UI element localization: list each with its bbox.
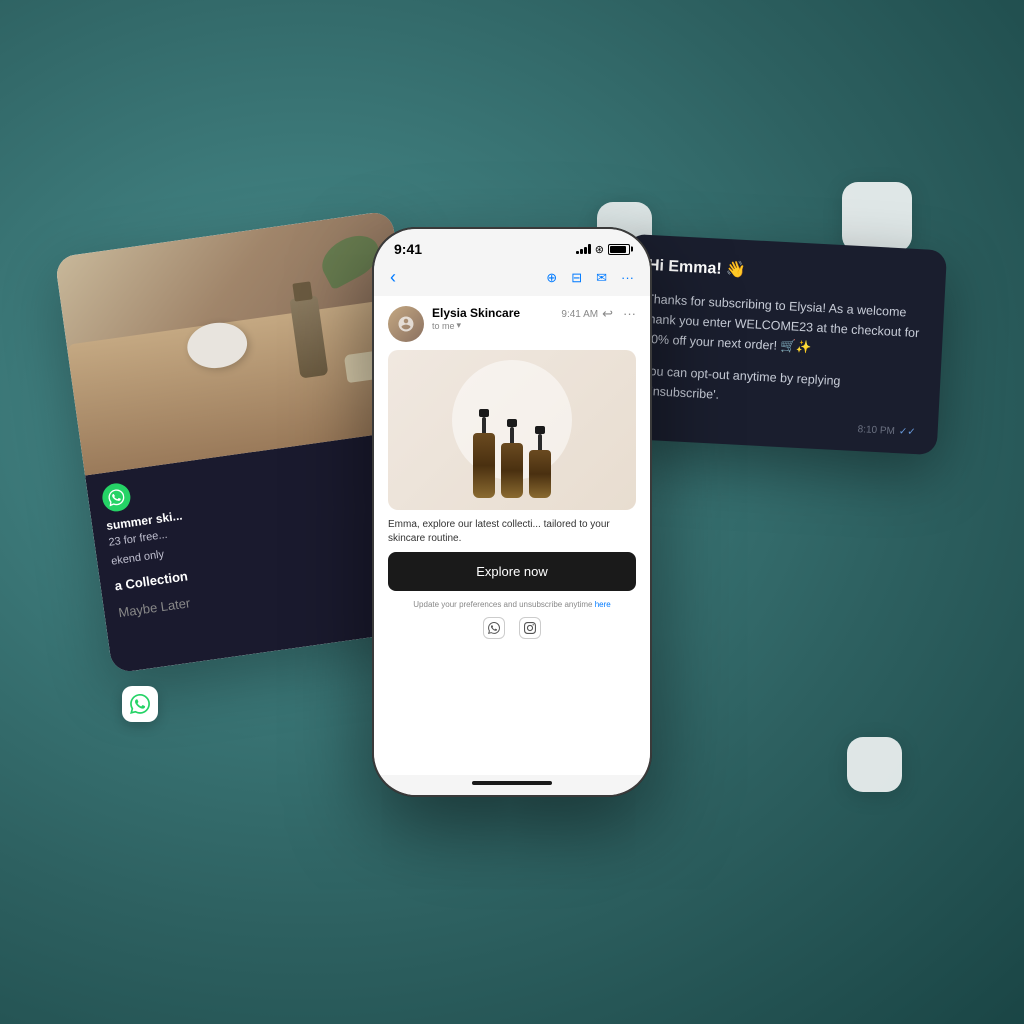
battery-icon — [608, 244, 630, 255]
archive-icon[interactable]: ⊕ — [546, 270, 557, 286]
sender-name: Elysia Skincare — [432, 306, 561, 320]
mail-icon[interactable]: ✉ — [596, 270, 607, 286]
social-icons — [388, 617, 636, 639]
status-icons: ⊛ — [576, 243, 630, 256]
email-actions: ↩ ··· — [602, 306, 636, 322]
signal-icon — [576, 244, 591, 254]
serum-bottles — [473, 409, 551, 510]
serum-bottle-2 — [501, 419, 523, 498]
chat-text-1: Thanks for subscribing to Elysia! As a w… — [644, 289, 923, 363]
status-time: 9:41 — [394, 241, 422, 257]
sender-info: Elysia Skincare to me ▾ — [432, 306, 561, 331]
email-banner — [388, 350, 636, 510]
instagram-social-icon[interactable] — [519, 617, 541, 639]
more-icon[interactable]: ··· — [621, 270, 634, 286]
sender-time: 9:41 AM — [561, 309, 598, 320]
scene: summer ski... 23 for free... ekend only … — [62, 112, 962, 912]
email-nav-bar: ‹ ⊕ ⊟ ✉ ··· — [374, 263, 650, 296]
deco-square-top-right — [842, 182, 912, 252]
chat-greeting: Hi Emma! 👋 — [647, 255, 924, 289]
chat-text-2: You can opt-out anytime by replying 'Uns… — [641, 361, 919, 415]
serum-bottle-1 — [473, 409, 495, 498]
phone-mockup: 9:41 ⊛ ‹ ⊕ ⊟ ✉ ··· — [372, 227, 652, 797]
reply-icon[interactable]: ↩ — [602, 306, 613, 322]
deco-square-bottom-right — [847, 737, 902, 792]
email-footer: Update your preferences and unsubscribe … — [374, 599, 650, 645]
home-indicator — [374, 775, 650, 795]
email-content: Elysia Skincare to me ▾ 9:41 AM ↩ ··· — [374, 296, 650, 775]
trash-icon[interactable]: ⊟ — [571, 270, 582, 286]
whatsapp-social-icon[interactable] — [483, 617, 505, 639]
read-receipt: ✓✓ — [899, 426, 916, 438]
back-button[interactable]: ‹ — [390, 267, 396, 288]
footer-link[interactable]: here — [595, 600, 611, 609]
more-email-icon[interactable]: ··· — [623, 306, 636, 322]
sender-avatar — [388, 306, 424, 342]
chat-card: Hi Emma! 👋 Thanks for subscribing to Ely… — [617, 234, 947, 455]
wifi-icon: ⊛ — [595, 243, 604, 256]
to-me-label: to me ▾ — [432, 320, 561, 331]
explore-now-button[interactable]: Explore now — [388, 552, 636, 591]
email-header: Elysia Skincare to me ▾ 9:41 AM ↩ ··· — [374, 296, 650, 350]
whatsapp-icon — [101, 482, 133, 514]
email-nav-icons: ⊕ ⊟ ✉ ··· — [546, 270, 634, 286]
status-bar: 9:41 ⊛ — [374, 229, 650, 263]
email-body-text: Emma, explore our latest collecti... tai… — [374, 518, 650, 552]
wa-icon-overlay — [122, 686, 158, 722]
chat-time: 8:10 PM ✓✓ — [640, 413, 916, 438]
whatsapp-card-image — [54, 210, 421, 475]
footer-text: Update your preferences and unsubscribe … — [388, 599, 636, 611]
serum-bottle-3 — [529, 426, 551, 498]
